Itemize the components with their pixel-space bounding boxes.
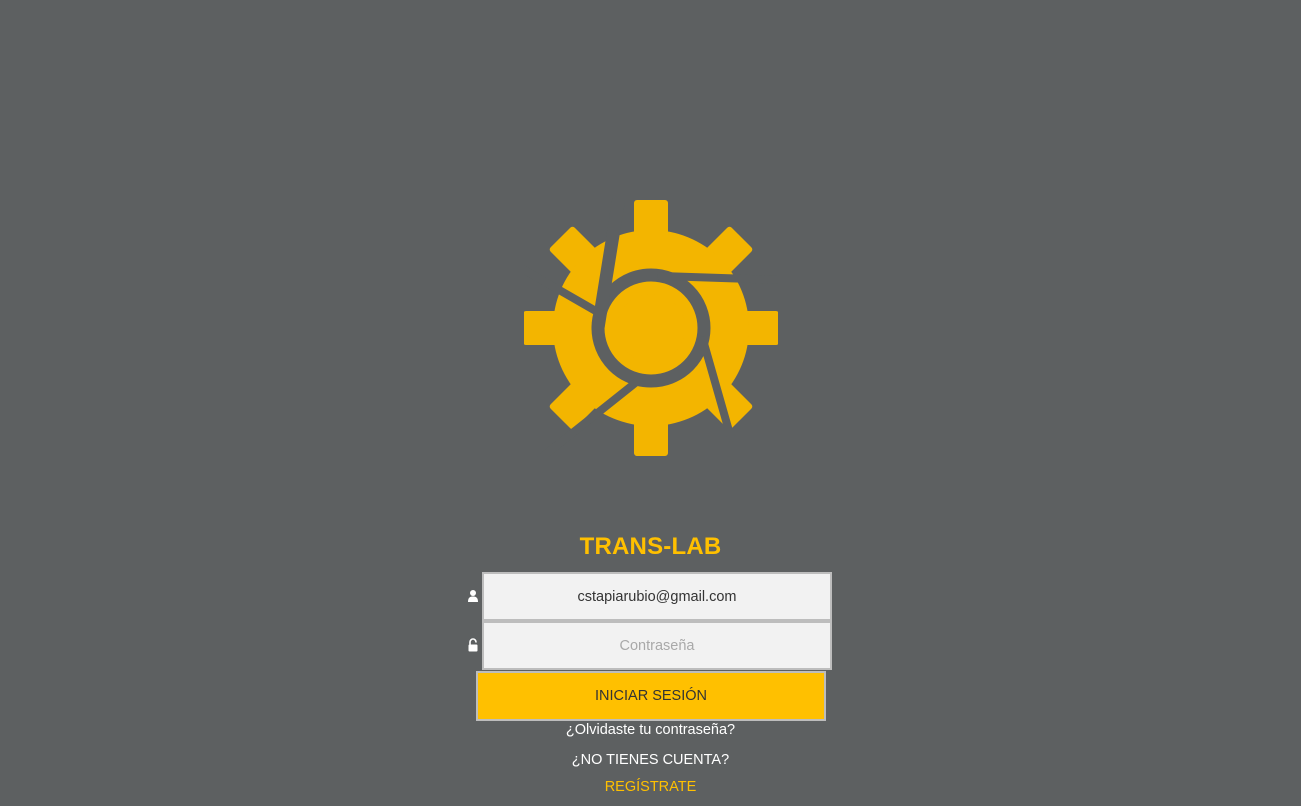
gear-logo-icon <box>524 198 778 458</box>
login-button[interactable]: INICIAR SESIÓN <box>476 671 826 721</box>
user-icon <box>468 590 478 602</box>
register-row: REGÍSTRATE <box>0 779 1301 795</box>
forgot-password-link[interactable]: ¿Olvidaste tu contraseña? <box>566 722 735 738</box>
no-account-text: ¿NO TIENES CUENTA? <box>571 752 730 768</box>
forgot-password-row: ¿Olvidaste tu contraseña? <box>0 722 1301 738</box>
login-page: TRANS-LAB INICIAR SESIÓN ¿Olvidaste tu c… <box>0 0 1301 806</box>
register-link[interactable]: REGÍSTRATE <box>605 779 697 795</box>
password-field[interactable] <box>482 621 832 670</box>
app-title: TRANS-LAB <box>579 533 722 560</box>
email-field[interactable] <box>482 572 832 621</box>
no-account-row: ¿NO TIENES CUENTA? <box>0 752 1301 768</box>
unlock-icon <box>468 638 478 652</box>
